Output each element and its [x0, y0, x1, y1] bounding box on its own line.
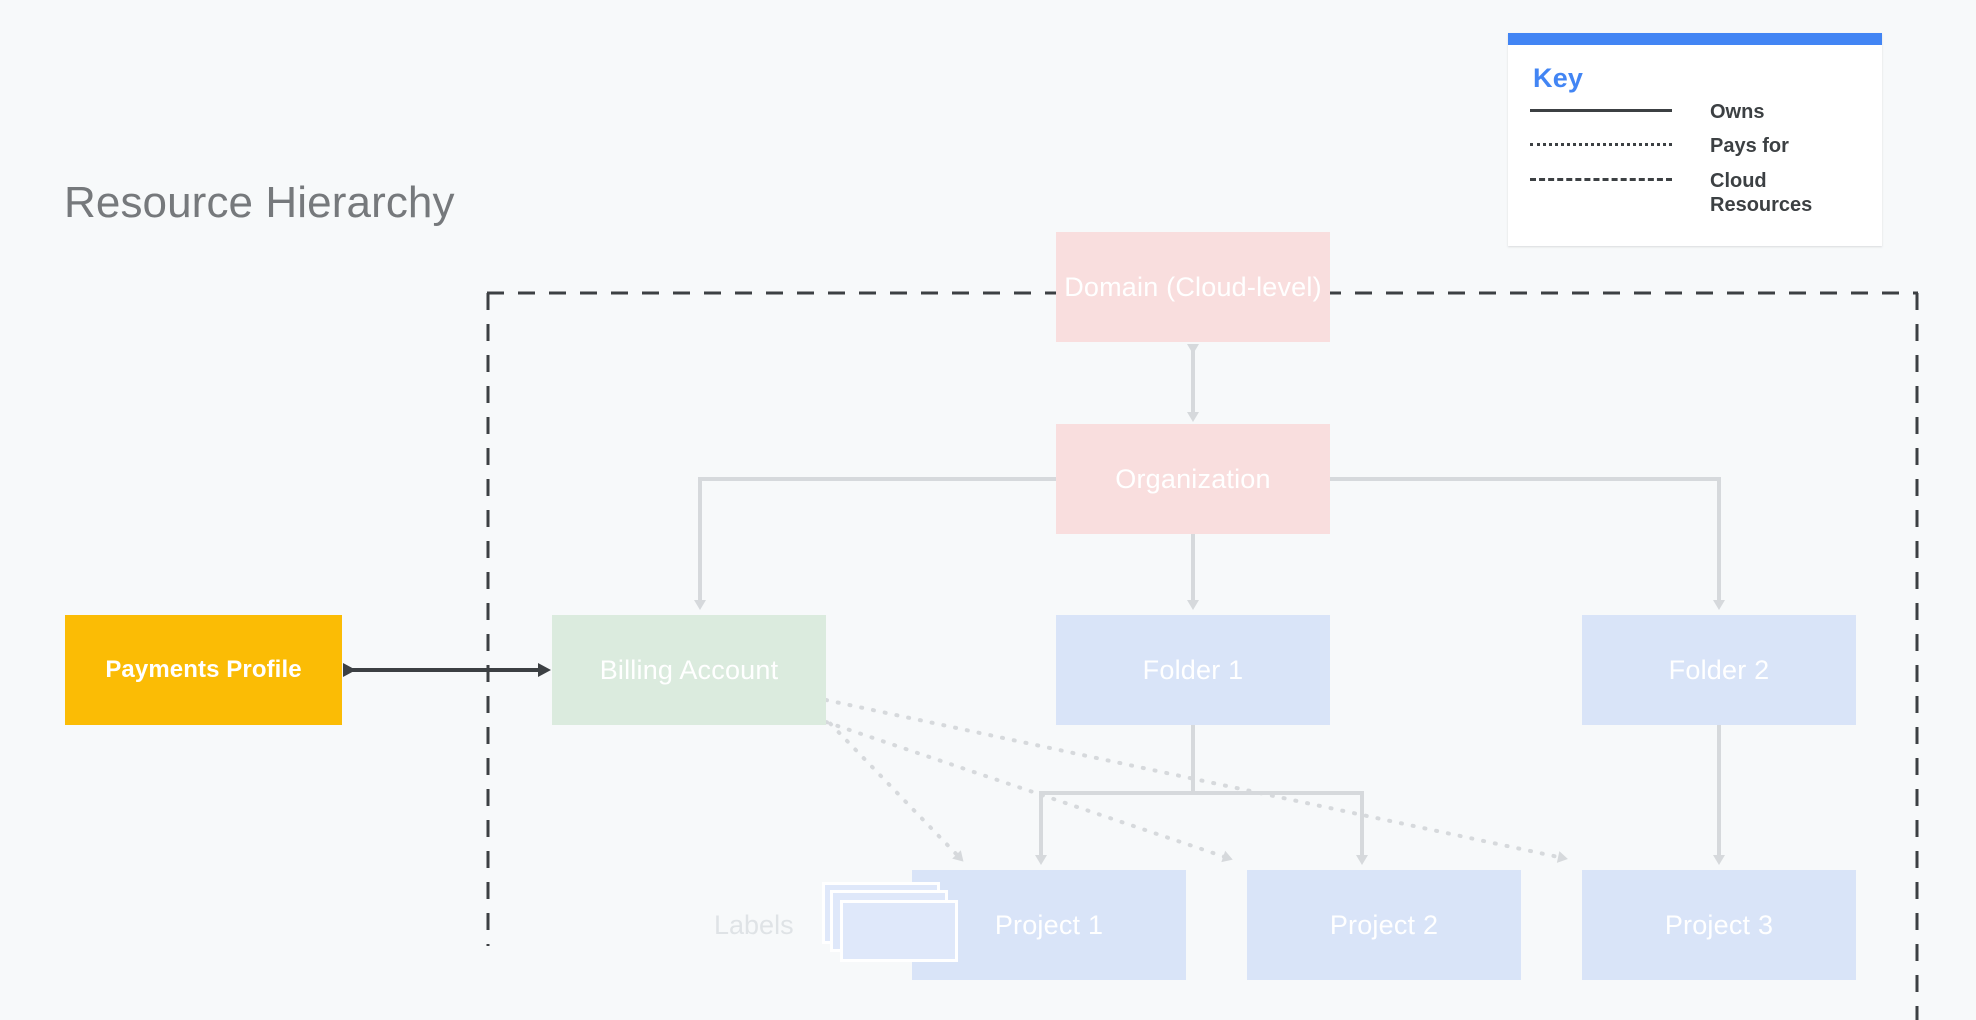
labels-card-front — [840, 900, 958, 962]
key-body: Key Owns Pays for Cloud Resources — [1508, 45, 1882, 246]
node-payments-profile-label: Payments Profile — [105, 656, 302, 683]
node-project-2-label: Project 2 — [1329, 909, 1439, 940]
node-folder-1[interactable]: Folder 1 — [1056, 615, 1330, 725]
edge-organization-folder2 — [1330, 477, 1725, 610]
key-heading: Key — [1533, 63, 1584, 93]
key-row-owns: Owns — [1530, 100, 1860, 124]
key-label-pays-for: Pays for — [1710, 135, 1789, 158]
node-project-3-label: Project 3 — [1664, 909, 1774, 940]
key-row-pays-for: Pays for — [1530, 134, 1860, 158]
labels-caption: Labels — [714, 910, 794, 940]
node-folder-1-label: Folder 1 — [1142, 654, 1244, 685]
node-billing-account-label: Billing Account — [599, 654, 779, 685]
node-folder-2-label: Folder 2 — [1668, 654, 1770, 685]
key-row-cloud-resources: Cloud Resources — [1530, 169, 1860, 218]
edge-billing-project2 — [824, 720, 1233, 863]
node-billing-account[interactable]: Billing Account — [552, 615, 826, 725]
key-label-cloud-resources: Cloud Resources — [1710, 169, 1813, 217]
edge-folder1-project2 — [1193, 791, 1368, 865]
node-payments-profile[interactable]: Payments Profile — [65, 615, 342, 725]
node-domain[interactable]: Domain (Cloud-level) — [1056, 232, 1330, 342]
edge-folder1-project1 — [1035, 725, 1195, 865]
key-legend-card: Key Owns Pays for Cloud Resources — [1508, 33, 1882, 246]
node-project-2[interactable]: Project 2 — [1247, 870, 1521, 980]
key-accent-bar — [1508, 33, 1882, 45]
node-project-3[interactable]: Project 3 — [1582, 870, 1856, 980]
node-project-1-label: Project 1 — [994, 909, 1104, 940]
key-line-solid-icon — [1530, 100, 1672, 121]
diagram-canvas: Resource Hierarchy Domain (Cloud-level) … — [0, 0, 1976, 1020]
node-folder-2[interactable]: Folder 2 — [1582, 615, 1856, 725]
node-domain-label: Domain (Cloud-level) — [1064, 271, 1322, 302]
edge-billing-project1 — [820, 713, 964, 862]
page-title: Resource Hierarchy — [64, 178, 455, 227]
key-label-owns: Owns — [1710, 101, 1765, 123]
node-organization-label: Organization — [1115, 463, 1271, 494]
labels-stack-icon — [822, 882, 958, 962]
edge-organization-billing-account — [694, 477, 1056, 610]
key-line-dashed-icon — [1530, 169, 1672, 190]
node-organization[interactable]: Organization — [1056, 424, 1330, 534]
key-line-dotted-icon — [1530, 134, 1672, 155]
